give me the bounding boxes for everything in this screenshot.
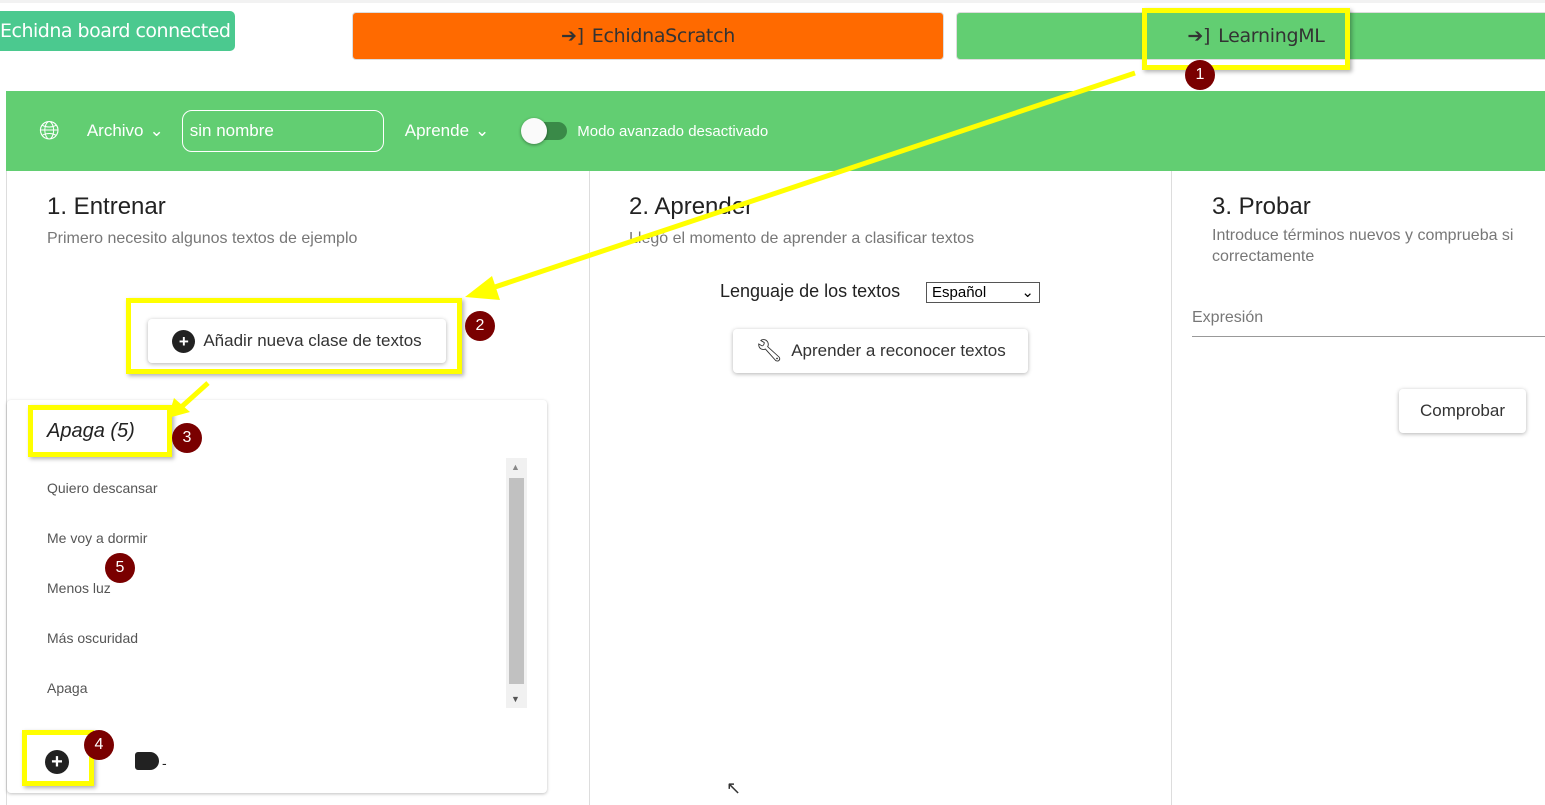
- annotation-arrows: [168, 70, 1136, 418]
- annotation-badge: 3: [172, 423, 202, 453]
- mouse-cursor-icon: ↖: [726, 778, 742, 798]
- annotation-badge: 5: [105, 553, 135, 583]
- annotation-badge: 2: [465, 311, 495, 341]
- annotation-badge: 4: [84, 730, 114, 760]
- annotation-badge: 1: [1185, 60, 1215, 90]
